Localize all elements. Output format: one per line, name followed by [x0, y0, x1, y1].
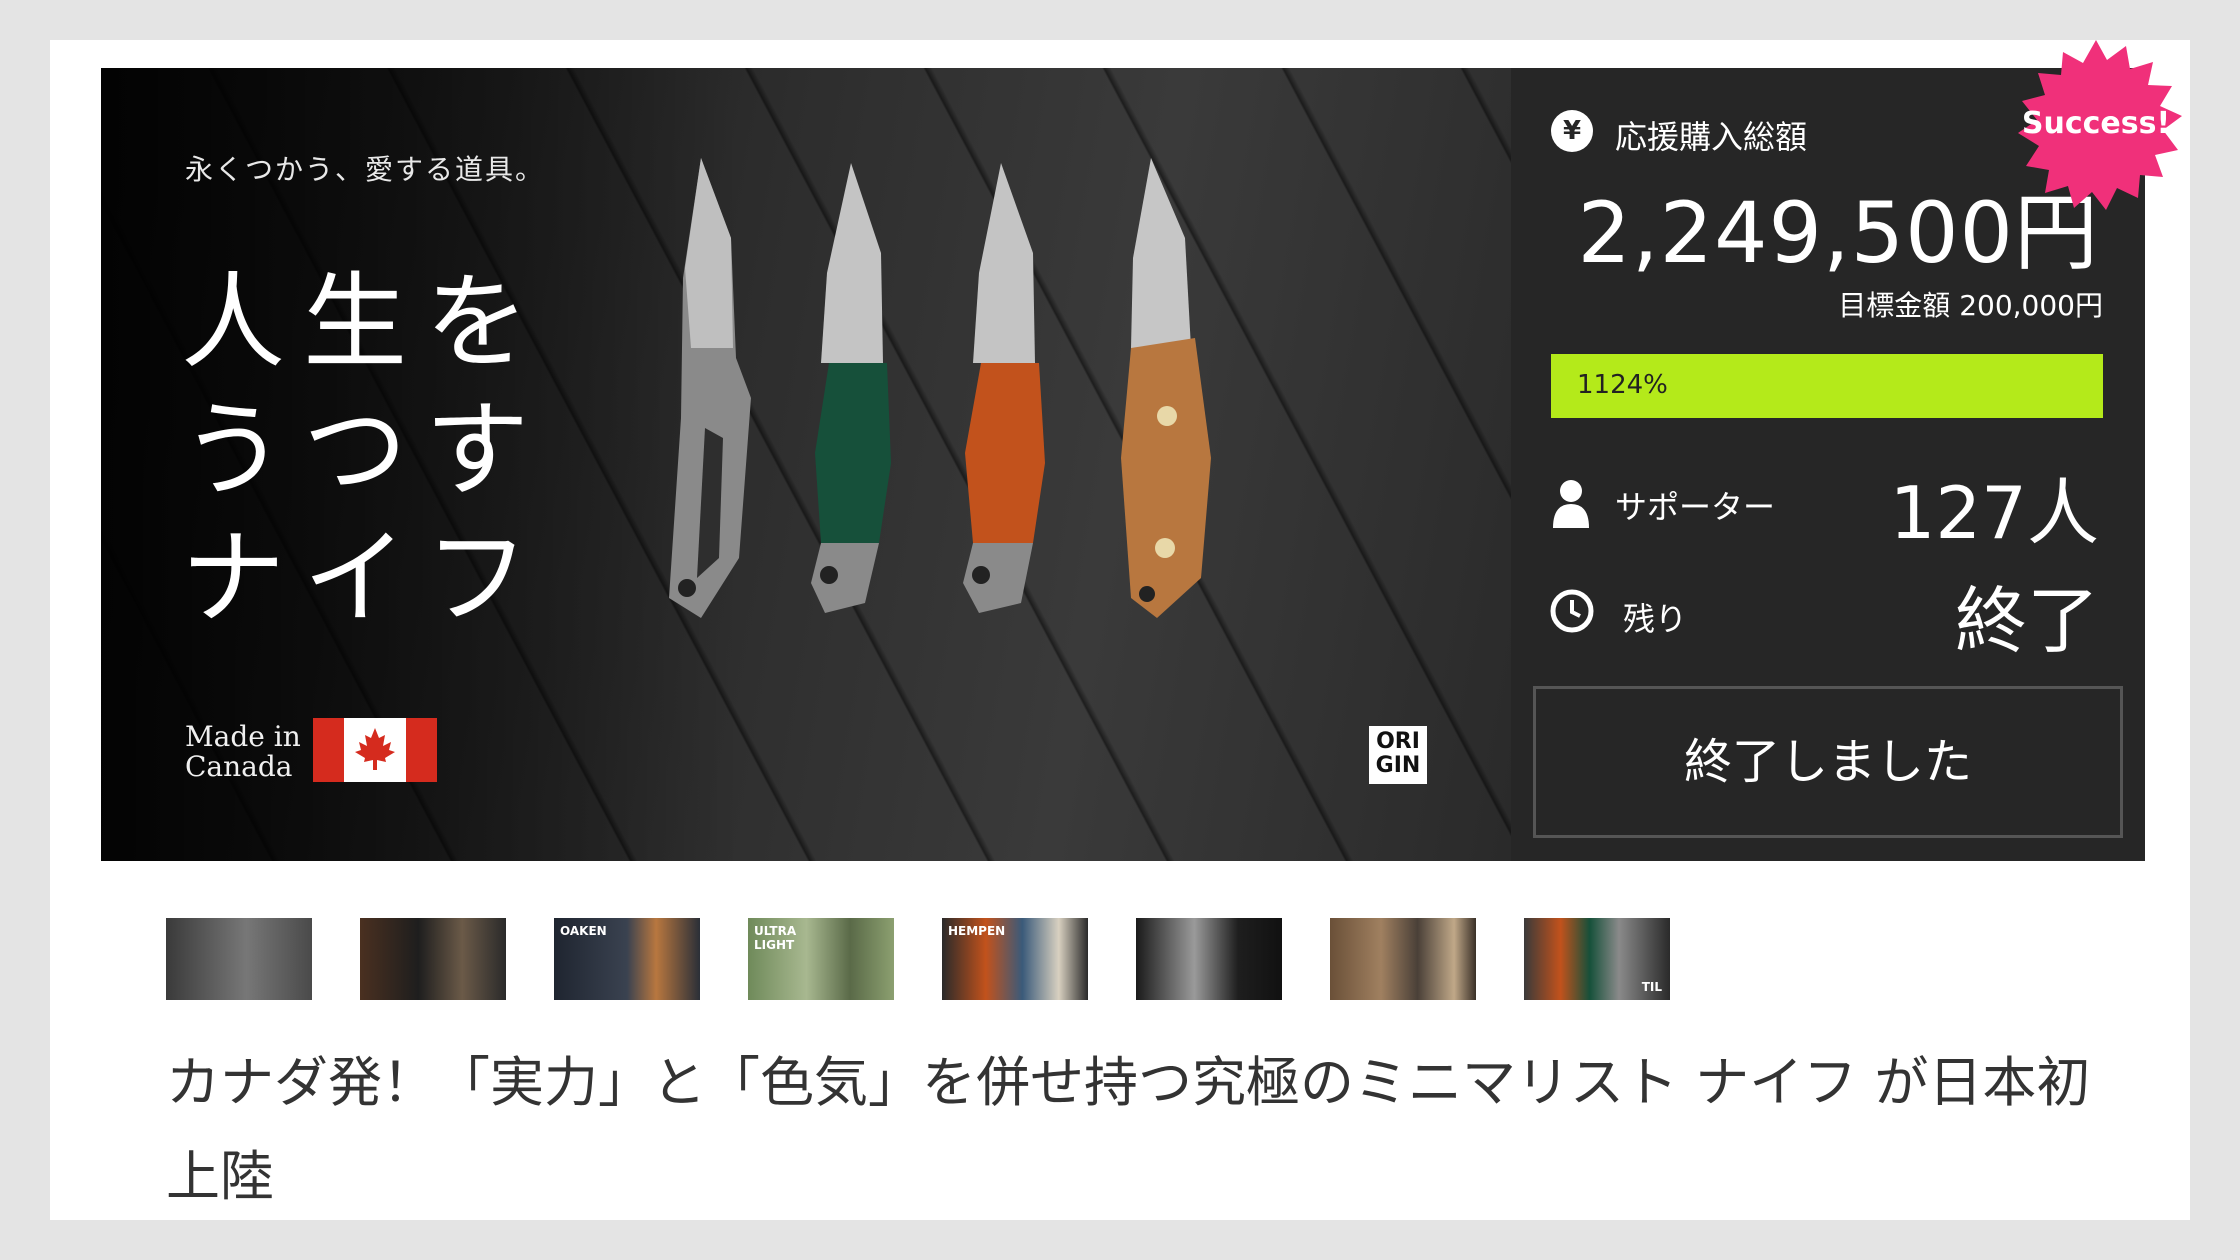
- clock-icon: [1550, 589, 1594, 633]
- thumbnail-1[interactable]: [166, 918, 312, 1000]
- thumbnail-3[interactable]: OAKEN: [554, 918, 700, 1000]
- progress-bar: 1124%: [1551, 354, 2103, 418]
- total-label: 応援購入総額: [1615, 118, 1808, 156]
- progress-percent: 1124%: [1577, 370, 1668, 400]
- knife-bare-image: [669, 158, 751, 618]
- hero-image[interactable]: 永くつかう、愛する道具。 人生をうつすナイフ Made in Canada OR…: [101, 68, 1511, 861]
- hero-tagline: 永くつかう、愛する道具。: [185, 153, 546, 186]
- canada-flag-icon: [313, 718, 437, 782]
- remaining-value: 終了: [1954, 579, 2099, 663]
- project-title: カナダ発！「実力」と「色気」を併せ持つ究極のミニマリスト ナイフ が日本初上陸: [166, 1051, 2091, 1208]
- thumbnail-4[interactable]: ULTRA LIGHT: [748, 918, 894, 1000]
- supporters-count: 127人: [1889, 471, 2099, 555]
- made-in-canada-text: Made in Canada: [185, 720, 301, 783]
- thumbnail-2[interactable]: [360, 918, 506, 1000]
- origin-logo: ORI GIN: [1369, 726, 1427, 784]
- goal-amount: 目標金額 200,000円: [1838, 289, 2103, 322]
- success-badge-text: Success!: [2021, 106, 2171, 141]
- thumbnail-8[interactable]: TIL: [1524, 918, 1670, 1000]
- thumbnail-6[interactable]: [1136, 918, 1282, 1000]
- knife-orange-image: [963, 163, 1045, 613]
- supporters-label: サポーター: [1615, 488, 1776, 526]
- hero-title: 人生をうつすナイフ: [181, 261, 548, 639]
- knife-wood-image: [1121, 158, 1211, 618]
- thumbnail-7[interactable]: [1330, 918, 1476, 1000]
- thumbnail-5[interactable]: HEMPEN: [942, 918, 1088, 1000]
- remaining-label: 残り: [1623, 600, 1688, 638]
- yen-icon: ¥: [1551, 110, 1593, 152]
- ended-button[interactable]: 終了しました: [1533, 686, 2123, 838]
- knife-green-image: [811, 163, 891, 613]
- person-icon: [1553, 480, 1589, 528]
